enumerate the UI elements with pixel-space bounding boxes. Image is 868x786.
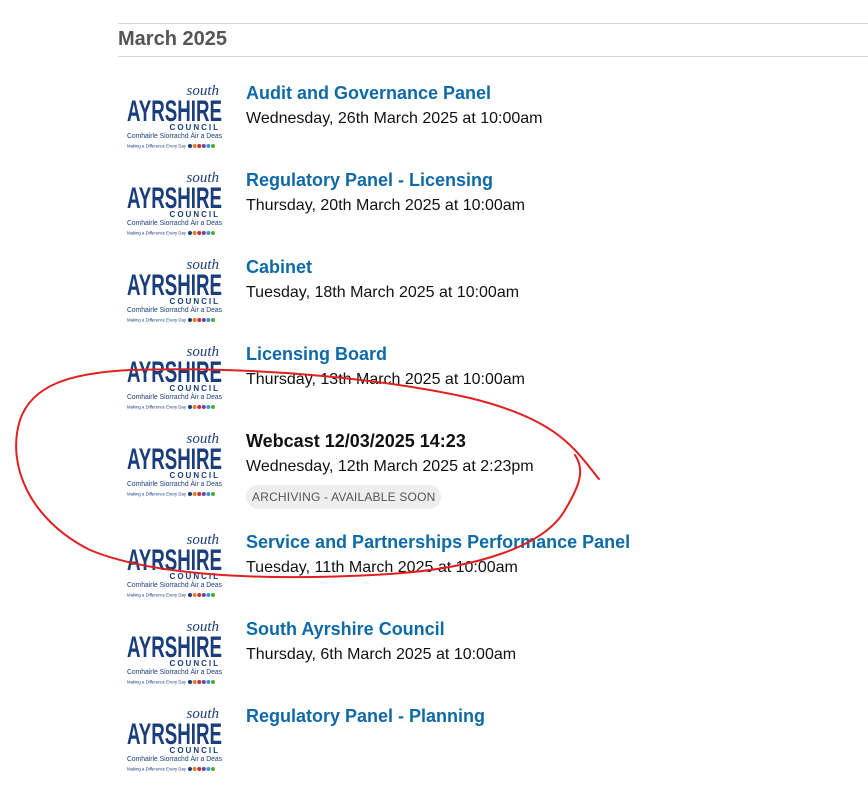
event-item-cabinet[interactable]: south AYRSHIRE COUNCIL Comhairle Siorrac… (127, 257, 867, 337)
south-ayrshire-logo: south AYRSHIRE COUNCIL Comhairle Siorrac… (127, 532, 223, 600)
event-date: Wednesday, 12th March 2025 at 2:23pm (246, 458, 534, 475)
event-item-licensing-board[interactable]: south AYRSHIRE COUNCIL Comhairle Siorrac… (127, 344, 867, 424)
svg-text:Comhairle Siorrachd Àir a Deas: Comhairle Siorrachd Àir a Deas (127, 131, 222, 140)
south-ayrshire-logo: south AYRSHIRE COUNCIL Comhairle Siorrac… (127, 170, 223, 238)
event-title[interactable]: Service and Partnerships Performance Pan… (246, 532, 630, 553)
svg-text:Making a Difference Every Day: Making a Difference Every Day (127, 492, 187, 497)
svg-text:Making a Difference Every Day: Making a Difference Every Day (127, 318, 187, 323)
event-item-regulatory-licensing[interactable]: south AYRSHIRE COUNCIL Comhairle Siorrac… (127, 170, 867, 250)
svg-text:Making a Difference Every Day: Making a Difference Every Day (127, 767, 187, 772)
svg-text:Comhairle Siorrachd Àir a Deas: Comhairle Siorrachd Àir a Deas (127, 754, 222, 763)
svg-text:COUNCIL: COUNCIL (170, 572, 220, 581)
south-ayrshire-logo: south AYRSHIRE COUNCIL Comhairle Siorrac… (127, 706, 223, 774)
svg-text:Making a Difference Every Day: Making a Difference Every Day (127, 231, 187, 236)
event-title: Webcast 12/03/2025 14:23 (246, 431, 466, 451)
event-title[interactable]: Regulatory Panel - Licensing (246, 170, 493, 191)
event-date: Tuesday, 11th March 2025 at 10:00am (246, 559, 518, 576)
svg-text:COUNCIL: COUNCIL (170, 384, 220, 393)
event-date: Tuesday, 18th March 2025 at 10:00am (246, 284, 520, 301)
event-title[interactable]: Audit and Governance Panel (246, 83, 491, 104)
rule-top (118, 23, 868, 24)
south-ayrshire-logo: south AYRSHIRE COUNCIL Comhairle Siorrac… (127, 431, 223, 499)
rule-bottom (118, 56, 868, 57)
svg-text:Comhairle Siorrachd Àir a Deas: Comhairle Siorrachd Àir a Deas (127, 667, 222, 676)
svg-text:Comhairle Siorrachd Àir a Deas: Comhairle Siorrachd Àir a Deas (127, 479, 222, 488)
svg-text:Making a Difference Every Day: Making a Difference Every Day (127, 593, 187, 598)
event-date: Thursday, 20th March 2025 at 10:00am (246, 197, 525, 214)
month-heading: March 2025 (118, 28, 227, 50)
event-date: Thursday, 13th March 2025 at 10:00am (246, 371, 525, 388)
south-ayrshire-logo: south AYRSHIRE COUNCIL Comhairle Siorrac… (127, 257, 223, 325)
svg-text:Comhairle Siorrachd Àir a Deas: Comhairle Siorrachd Àir a Deas (127, 218, 222, 227)
south-ayrshire-logo: south AYRSHIRE COUNCIL Comhairle Siorrac… (127, 83, 223, 151)
status-badge: ARCHIVING - AVAILABLE SOON (246, 485, 442, 509)
event-title[interactable]: South Ayrshire Council (246, 619, 445, 640)
svg-text:Making a Difference Every Day: Making a Difference Every Day (127, 144, 187, 149)
svg-text:COUNCIL: COUNCIL (170, 210, 220, 219)
svg-text:Making a Difference Every Day: Making a Difference Every Day (127, 680, 187, 685)
event-title[interactable]: Cabinet (246, 257, 312, 278)
svg-text:COUNCIL: COUNCIL (170, 659, 220, 668)
svg-text:Comhairle Siorrachd Àir a Deas: Comhairle Siorrachd Àir a Deas (127, 392, 222, 401)
event-item-regulatory-planning[interactable]: south AYRSHIRE COUNCIL Comhairle Siorrac… (127, 706, 867, 786)
svg-text:Comhairle Siorrachd Àir a Deas: Comhairle Siorrachd Àir a Deas (127, 580, 222, 589)
svg-text:COUNCIL: COUNCIL (170, 123, 220, 132)
event-title[interactable]: Regulatory Panel - Planning (246, 706, 485, 727)
event-date: Wednesday, 26th March 2025 at 10:00am (246, 110, 543, 127)
event-title[interactable]: Licensing Board (246, 344, 387, 365)
south-ayrshire-logo: south AYRSHIRE COUNCIL Comhairle Siorrac… (127, 344, 223, 412)
event-item-audit-governance[interactable]: south AYRSHIRE COUNCIL Comhairle Siorrac… (127, 83, 867, 163)
event-item-south-ayrshire-council[interactable]: south AYRSHIRE COUNCIL Comhairle Siorrac… (127, 619, 867, 699)
event-date: Thursday, 6th March 2025 at 10:00am (246, 646, 517, 663)
svg-text:COUNCIL: COUNCIL (170, 471, 220, 480)
svg-text:COUNCIL: COUNCIL (170, 746, 220, 755)
svg-text:Comhairle Siorrachd Àir a Deas: Comhairle Siorrachd Àir a Deas (127, 305, 222, 314)
svg-text:Making a Difference Every Day: Making a Difference Every Day (127, 405, 187, 410)
event-item-service-partnerships[interactable]: south AYRSHIRE COUNCIL Comhairle Siorrac… (127, 532, 867, 612)
event-item-webcast[interactable]: south AYRSHIRE COUNCIL Comhairle Siorrac… (127, 431, 867, 511)
south-ayrshire-logo: south AYRSHIRE COUNCIL Comhairle Siorrac… (127, 619, 223, 687)
svg-text:COUNCIL: COUNCIL (170, 297, 220, 306)
